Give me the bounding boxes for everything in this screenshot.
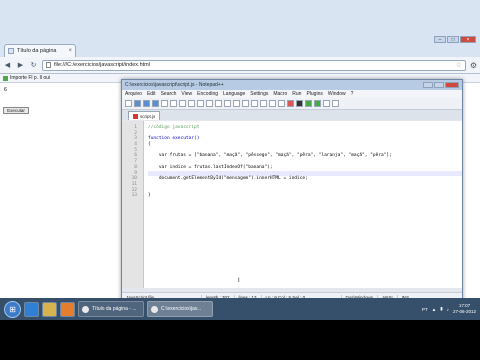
zoom-in-icon[interactable] [242,100,249,107]
menu-view[interactable]: View [181,91,192,97]
file-tab[interactable]: script.js [128,111,161,120]
result-text: 6 [4,87,8,93]
word-wrap-icon[interactable] [269,100,276,107]
taskbar-chrome-window[interactable]: Título da página - ... [78,301,144,317]
notepad-close-button[interactable] [445,82,459,88]
save-icon[interactable] [143,100,150,107]
notepad-plus-icon [151,305,158,313]
clock-date: 27-06-2012 [452,309,476,314]
execute-button[interactable]: Executar [3,107,29,114]
save-all-icon[interactable] [152,100,159,107]
spell-check-icon[interactable] [332,100,339,107]
indent-guide-icon[interactable] [278,100,285,107]
notepad-title: C:\exercicios\javascript\script.js - Not… [125,82,224,88]
find-icon[interactable] [224,100,231,107]
page-icon [46,62,51,68]
line-number: 13 [131,193,137,199]
new-file-icon[interactable] [125,100,132,107]
paste-icon[interactable] [197,100,204,107]
clock[interactable]: 17:07 27-06-2012 [453,303,476,315]
menu-language[interactable]: Language [223,91,245,97]
start-button[interactable]: ⊞ [4,300,21,318]
menu-run[interactable]: Run [292,91,301,97]
bookmark-icon [3,75,8,81]
undo-icon[interactable] [206,100,213,107]
browser-tabstrip: Título da página × – □ × [0,0,480,57]
menu-help[interactable]: ? [351,91,354,97]
network-icon[interactable]: ▮ [440,306,442,312]
taskbar-task-label: C:\exercicios\jav... [161,306,202,312]
code-editor[interactable]: 1 2 3 4 5 6 7 8 9 10 11 12 13 //código j… [122,121,462,288]
desktop-screen: Título da página × – □ × ◀ ▶ ↻ file:///C… [0,0,480,360]
back-arrow-icon[interactable]: ◀ [3,61,12,70]
language-indicator[interactable]: PT [422,307,428,312]
notepad-window: C:\exercicios\javascript\script.js - Not… [121,79,463,302]
menu-file[interactable]: Arquivo [125,91,142,97]
cut-icon[interactable] [179,100,186,107]
unsaved-file-icon [133,113,138,119]
address-bar[interactable]: file:///C:/exercicios/javascript/index.h… [42,59,466,71]
close-button[interactable]: × [460,36,476,43]
zoom-out-icon[interactable] [251,100,258,107]
wrench-icon[interactable]: ⚙ [470,61,477,70]
reload-icon[interactable]: ↻ [29,61,38,70]
file-tab-label: script.js [140,113,156,119]
minimize-button[interactable]: – [434,36,446,43]
notepad-toolbar [122,98,462,110]
taskbar-task-label: Título da página - ... [92,306,137,312]
sync-scroll-icon[interactable] [260,100,267,107]
browser-tab[interactable]: Título da página × [4,44,76,57]
browser-window-controls: – □ × [434,36,476,43]
code-line: } [148,193,151,199]
internet-explorer-icon[interactable] [24,301,39,317]
record-macro-icon[interactable] [287,100,294,107]
menu-edit[interactable]: Edit [147,91,156,97]
browser-toolbar: ◀ ▶ ↻ file:///C:/exercicios/javascript/i… [0,57,480,74]
notepad-maximize-button[interactable] [434,82,444,88]
tab-title: Título da página [17,48,57,54]
line-number-gutter: 1 2 3 4 5 6 7 8 9 10 11 12 13 [122,121,144,288]
code-area[interactable]: //código javascript function executar() … [144,121,462,288]
notepad-titlebar: C:\exercicios\javascript\script.js - Not… [122,80,462,90]
maximize-button[interactable]: □ [447,36,459,43]
stop-macro-icon[interactable] [296,100,303,107]
taskbar-notepad-window[interactable]: C:\exercicios\jav... [147,301,213,317]
system-tray: PT ▲ ▮ ♪ 17:07 27-06-2012 [422,303,476,315]
bookmark-star-icon[interactable]: ☆ [456,61,462,69]
menu-plugins[interactable]: Plugins [306,91,322,97]
play-macro-icon[interactable] [305,100,312,107]
run-macro-multiple-icon[interactable] [314,100,321,107]
notepad-window-controls [423,82,459,88]
volume-icon[interactable]: ♪ [447,307,449,312]
media-player-icon[interactable] [60,301,75,317]
print-icon[interactable] [170,100,177,107]
tab-close-icon[interactable]: × [68,48,72,54]
replace-icon[interactable] [233,100,240,107]
mouse-cursor-icon: I [238,278,240,284]
page-favicon-icon [8,48,14,54]
redo-icon[interactable] [215,100,222,107]
bookmark-item[interactable]: Importe Fl p. Il oui [10,75,50,81]
video-letterbox [0,320,480,360]
chrome-icon [82,305,89,313]
notepad-menubar: Arquivo Edit Search View Encoding Langua… [122,90,462,98]
windows-taskbar: ⊞ Título da página - ... C:\exercicios\j… [0,298,480,320]
notepad-minimize-button[interactable] [423,82,433,88]
menu-encoding[interactable]: Encoding [197,91,218,97]
tray-arrow-icon[interactable]: ▲ [432,307,436,312]
menu-settings[interactable]: Settings [250,91,268,97]
copy-icon[interactable] [188,100,195,107]
address-text: file:///C:/exercicios/javascript/index.h… [54,62,150,68]
forward-arrow-icon[interactable]: ▶ [16,61,25,70]
menu-search[interactable]: Search [161,91,177,97]
save-macro-icon[interactable] [323,100,330,107]
open-file-icon[interactable] [134,100,141,107]
menu-macro[interactable]: Macro [273,91,287,97]
menu-window[interactable]: Window [328,91,346,97]
notepad-tabbar: script.js [122,110,462,120]
close-file-icon[interactable] [161,100,168,107]
explorer-folder-icon[interactable] [42,301,57,317]
